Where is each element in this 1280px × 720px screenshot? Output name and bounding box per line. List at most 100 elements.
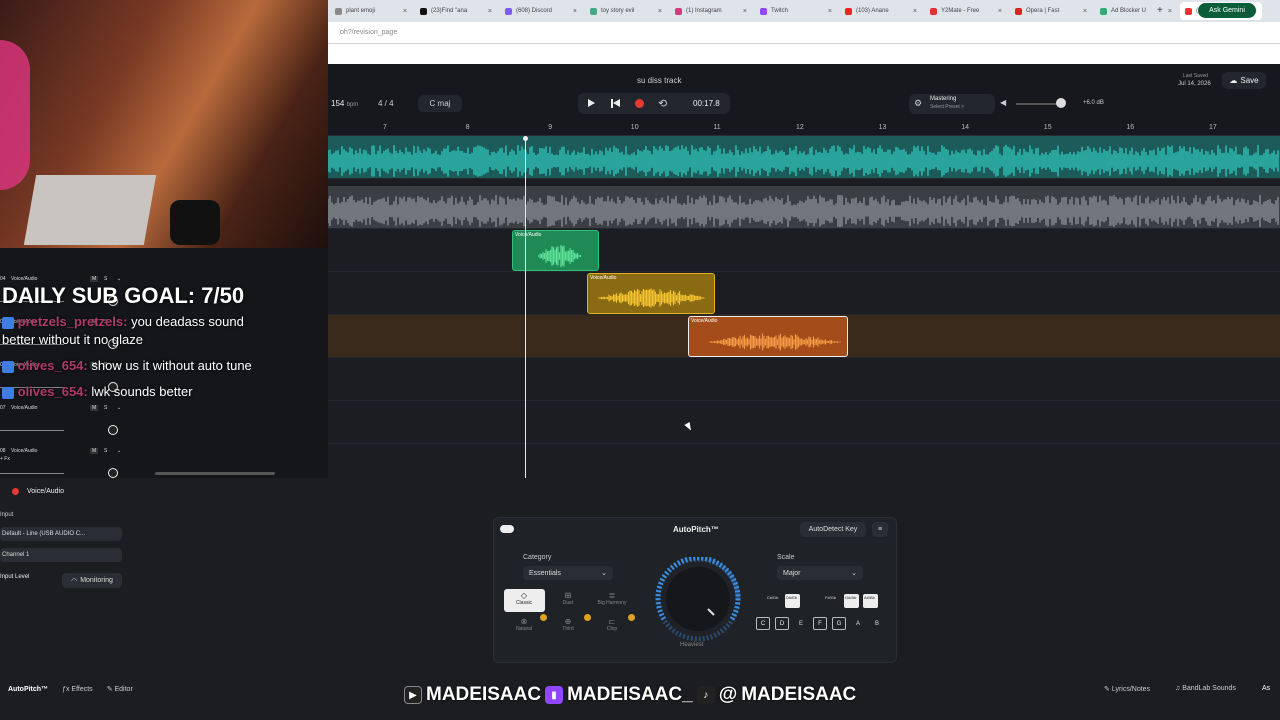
- close-icon[interactable]: ×: [1083, 8, 1087, 15]
- browser-tab[interactable]: (23)Find "ana ×: [415, 2, 497, 20]
- ruler-number: 10: [630, 124, 639, 131]
- tab-label: (1) Instagram: [686, 8, 722, 14]
- volume-slider[interactable]: [0, 430, 64, 431]
- scale-key[interactable]: D: [775, 617, 789, 630]
- horizontal-scrollbar[interactable]: [155, 472, 275, 475]
- tab-favicon-icon: [760, 7, 767, 15]
- settings-icon[interactable]: ≡: [872, 522, 888, 537]
- tab-editor[interactable]: ✎ Editor: [107, 685, 133, 693]
- address-bar[interactable]: [328, 22, 1280, 44]
- scale-key[interactable]: A: [851, 617, 865, 630]
- browser-tab[interactable]: (103) Anane ×: [840, 2, 922, 20]
- play-icon[interactable]: [588, 99, 595, 107]
- accidental-key[interactable]: D#/Eb: [785, 594, 800, 608]
- effect-big-harmony[interactable]: ≣ Big Harmony: [594, 591, 630, 606]
- pan-knob[interactable]: [108, 468, 118, 478]
- new-tab-button[interactable]: +: [1157, 5, 1163, 16]
- scale-key[interactable]: C: [756, 617, 770, 630]
- chevron-down-icon[interactable]: ⌄: [117, 276, 121, 282]
- youtube-icon: ▶: [404, 686, 422, 704]
- chevron-down-icon: ⌄: [851, 570, 857, 577]
- pan-knob[interactable]: [108, 425, 118, 435]
- channel-select[interactable]: Channel 1: [0, 548, 122, 562]
- scale-key[interactable]: E: [794, 617, 808, 630]
- tab-autopitch[interactable]: AutoPitch™: [8, 686, 48, 693]
- bpm-value[interactable]: 154 bpm: [331, 99, 358, 108]
- last-saved-date: Jul 14, 2026: [1178, 81, 1211, 87]
- autopitch-title: AutoPitch™: [673, 525, 719, 534]
- effect-chip[interactable]: ⊏ Chip: [594, 617, 630, 632]
- browser-tab[interactable]: Y2Mate - Free ×: [925, 2, 1007, 20]
- chevron-down-icon[interactable]: ⌄: [117, 448, 121, 454]
- browser-tab[interactable]: Ad Blocker U ×: [1095, 2, 1177, 20]
- effect-third[interactable]: ⊕ Third: [550, 617, 586, 632]
- mute-button[interactable]: M: [90, 405, 99, 411]
- close-icon[interactable]: ×: [403, 8, 407, 15]
- category-select[interactable]: Essentials ⌄: [523, 566, 613, 580]
- save-button[interactable]: ☁ Save: [1222, 72, 1266, 89]
- accidental-key[interactable]: F#/Gb: [824, 594, 839, 608]
- project-title[interactable]: su diss track: [637, 76, 681, 85]
- accidental-key[interactable]: A#/Bb: [863, 594, 878, 608]
- close-icon[interactable]: ×: [828, 8, 832, 15]
- mute-button[interactable]: M: [90, 448, 99, 454]
- tab-effects[interactable]: ƒx Effects: [62, 686, 93, 693]
- scale-select[interactable]: Major ⌄: [777, 566, 863, 580]
- green-clip-waveform: [537, 244, 582, 268]
- playhead-handle[interactable]: [523, 136, 528, 141]
- effect-natural[interactable]: ⊗ Natural: [506, 617, 542, 632]
- key-selector[interactable]: C maj: [418, 95, 462, 112]
- input-device-select[interactable]: Default - Line (USB AUDIO C...: [0, 527, 122, 541]
- playhead[interactable]: [525, 136, 526, 478]
- solo-button[interactable]: S: [104, 276, 107, 282]
- tab-lyrics[interactable]: ✎ Lyrics/Notes: [1104, 685, 1150, 693]
- scale-key[interactable]: B: [870, 617, 884, 630]
- solo-button[interactable]: S: [104, 405, 107, 411]
- twitch-icon: ▮: [545, 686, 564, 704]
- loop-icon[interactable]: ⟲: [658, 97, 667, 110]
- socials-overlay: ▶ MADEISAAC ▮ MADEISAAC_ ♪ @ MADEISAAC: [404, 682, 856, 708]
- bpm-unit: bpm: [346, 102, 359, 108]
- close-icon[interactable]: ×: [1168, 8, 1172, 15]
- effect-icon: ≣: [608, 591, 616, 600]
- heaviness-knob[interactable]: [652, 557, 744, 649]
- close-icon[interactable]: ×: [488, 8, 492, 15]
- solo-button[interactable]: S: [104, 448, 107, 454]
- mute-button[interactable]: M: [90, 276, 99, 282]
- master-volume-handle[interactable]: [1056, 98, 1066, 108]
- chevron-down-icon[interactable]: ⌄: [117, 405, 121, 411]
- close-icon[interactable]: ×: [998, 8, 1002, 15]
- tab-sounds[interactable]: ♫ BandLab Sounds: [1175, 685, 1236, 692]
- tab-as[interactable]: As: [1262, 685, 1270, 692]
- browser-tab[interactable]: Twitch ×: [755, 2, 837, 20]
- browser-tab[interactable]: (1) Instagram ×: [670, 2, 752, 20]
- close-icon[interactable]: ×: [573, 8, 577, 15]
- scale-key[interactable]: G: [832, 617, 846, 630]
- close-icon[interactable]: ×: [658, 8, 662, 15]
- chat-username: olives_654:: [17, 358, 88, 373]
- master-volume-track[interactable]: [1016, 103, 1060, 105]
- time-signature[interactable]: 4 / 4: [378, 99, 394, 108]
- skip-back-icon[interactable]: [611, 99, 621, 108]
- browser-tab[interactable]: (608) Discord ×: [500, 2, 582, 20]
- scale-key[interactable]: F: [813, 617, 827, 630]
- volume-slider[interactable]: [0, 473, 64, 474]
- browser-tab[interactable]: Opera | Fast ×: [1010, 2, 1092, 20]
- monitoring-button[interactable]: ◠ Monitoring: [62, 573, 122, 588]
- accidental-key[interactable]: G#/Ab: [844, 594, 859, 608]
- timeline-ruler[interactable]: 7 8 9 10 11 12 13 14 15 16 17: [328, 122, 1280, 136]
- close-icon[interactable]: ×: [743, 8, 747, 15]
- ask-gemini-button[interactable]: Ask Gemini: [1198, 3, 1256, 18]
- effect-classic[interactable]: ◇ Classic: [506, 591, 542, 606]
- track-header[interactable]: 07 Voice/Audio M S ⌄: [0, 405, 125, 445]
- tab-label: (608) Discord: [516, 8, 553, 14]
- browser-tab[interactable]: plant emoji ×: [330, 2, 412, 20]
- autopitch-toggle[interactable]: [500, 525, 514, 533]
- record-icon[interactable]: [635, 99, 644, 108]
- browser-tab[interactable]: toy story evil ×: [585, 2, 667, 20]
- webcam-overlay: [0, 0, 328, 248]
- autodetect-key-button[interactable]: AutoDetect Key: [800, 522, 866, 537]
- close-icon[interactable]: ×: [913, 8, 917, 15]
- effect-duet[interactable]: ⊞ Duet: [550, 591, 586, 606]
- accidental-key[interactable]: C#/Db: [766, 594, 781, 608]
